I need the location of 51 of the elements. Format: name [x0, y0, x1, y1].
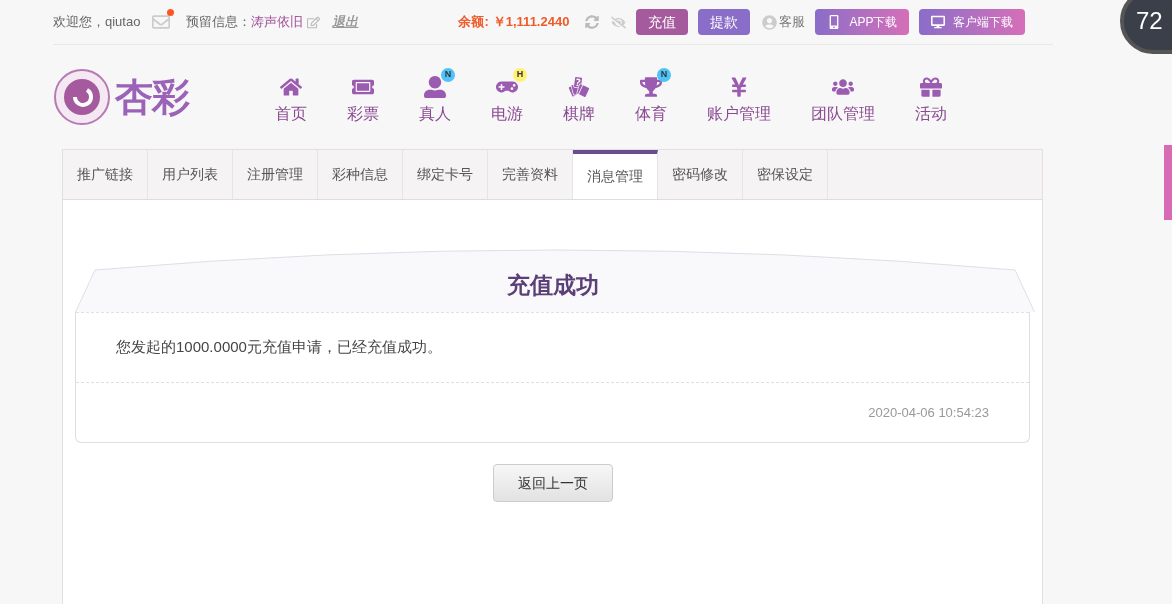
- message-body: 您发起的1000.0000元充值申请，已经充值成功。: [76, 312, 1029, 382]
- monitor-icon: [931, 15, 946, 29]
- gift-icon: [920, 76, 942, 98]
- reserved-label: 预留信息：: [186, 13, 252, 32]
- back-button[interactable]: 返回上一页: [492, 464, 613, 502]
- tab[interactable]: 密保设定: [743, 150, 828, 199]
- nav-item[interactable]: N 体育: [625, 68, 677, 126]
- logo-text: 杏彩: [115, 74, 190, 120]
- tab[interactable]: 用户列表: [148, 150, 233, 199]
- tab[interactable]: 彩种信息: [318, 150, 403, 199]
- nav-item[interactable]: N 真人: [409, 68, 461, 126]
- action-button[interactable]: 充值: [636, 9, 689, 35]
- username: qiutao: [105, 13, 141, 32]
- download-button[interactable]: APP下载: [815, 9, 910, 35]
- nav-item[interactable]: 活动: [905, 68, 957, 126]
- action-button[interactable]: 提款: [698, 9, 751, 35]
- tab[interactable]: 消息管理: [573, 150, 658, 199]
- message-title: 充值成功: [505, 271, 600, 300]
- edit-icon[interactable]: [307, 15, 321, 29]
- nav-badge: N: [657, 68, 671, 82]
- service-link[interactable]: 客服: [779, 12, 806, 32]
- tab[interactable]: 密码修改: [658, 150, 743, 199]
- nav-item[interactable]: 首页: [265, 68, 317, 126]
- nav-item[interactable]: 彩票: [337, 68, 389, 126]
- balance-label: 余额:: [458, 13, 489, 32]
- trophy-icon: [640, 76, 662, 98]
- avatar-icon: [762, 14, 778, 30]
- message-time: 2020-04-06 10:54:23: [76, 382, 1029, 442]
- download-button[interactable]: 客户端下载: [919, 9, 1026, 35]
- hide-icon[interactable]: [611, 14, 627, 30]
- widget-value: 72: [1136, 6, 1163, 36]
- nav-item[interactable]: 团队管理: [801, 68, 885, 126]
- welcome-text: 欢迎您，: [53, 13, 105, 32]
- speed-widget[interactable]: 72: [1120, 0, 1172, 54]
- nav-item[interactable]: H 电游: [481, 68, 533, 126]
- nav-item[interactable]: 账户管理: [697, 68, 781, 126]
- tab[interactable]: 注册管理: [233, 150, 318, 199]
- tab[interactable]: 绑定卡号: [403, 150, 488, 199]
- site-logo[interactable]: 杏彩: [53, 68, 265, 126]
- nav-badge: H: [513, 68, 527, 82]
- house-icon: [280, 76, 302, 98]
- people-icon: [832, 76, 854, 98]
- logo-emblem-icon: [53, 68, 111, 126]
- nav-item[interactable]: 棋牌: [553, 68, 605, 126]
- reserved-value: 涛声依旧: [251, 13, 304, 32]
- balance-amount: ￥1,111.2440: [492, 13, 570, 32]
- tab[interactable]: 推广链接: [63, 150, 148, 199]
- side-tab[interactable]: [1164, 145, 1172, 220]
- cards-icon: [568, 76, 590, 98]
- nav-badge: N: [441, 68, 455, 82]
- refresh-icon[interactable]: [585, 15, 600, 29]
